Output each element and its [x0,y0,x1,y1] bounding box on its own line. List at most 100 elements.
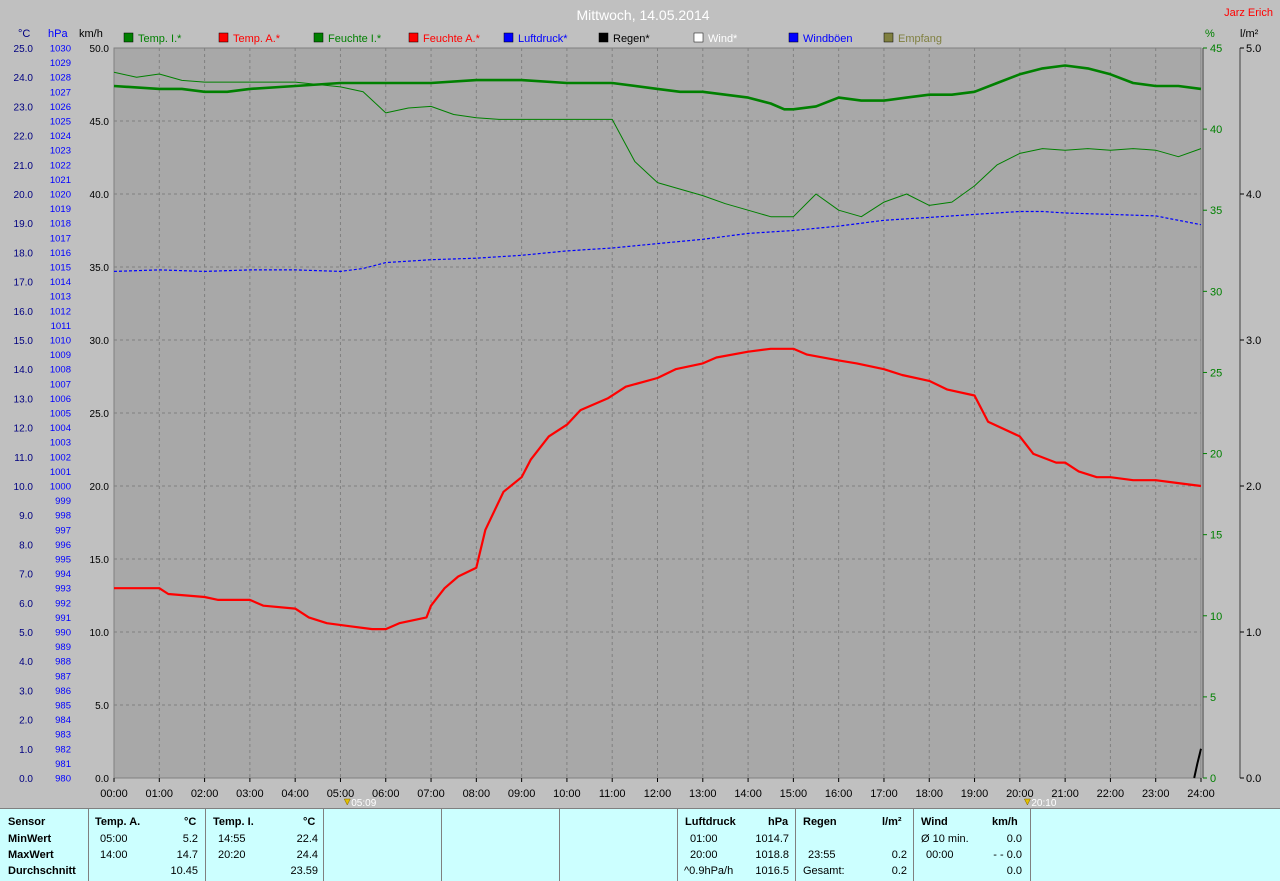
pressure-tick-label: 1023 [50,146,71,157]
pressure-unit: hPa [768,816,789,828]
legend-label: Luftdruck* [518,33,568,45]
rain-value: 0.2 [891,849,907,861]
humidity-tick-label: 20 [1210,449,1222,461]
temp-in-min: 22.4 [296,833,318,845]
legend-label: Wind* [708,33,738,45]
legend-label: Temp. I.* [138,33,182,45]
temp-tick-label: 17.0 [14,278,34,289]
temp-tick-label: 2.0 [19,716,33,727]
pressure-tick-label: 993 [55,584,71,595]
legend-swatch [218,32,229,43]
pressure-tick-label: 989 [55,642,71,653]
pressure-tick-label: 1026 [50,102,71,113]
legend-swatch [883,32,894,43]
sensor-header: Sensor [8,816,46,828]
pressure-tick-label: 1021 [50,175,71,186]
speed-tick-label: 10.0 [90,628,110,639]
pressure-tick-label: 1013 [50,292,71,303]
pressure-avg: 1016.5 [755,865,789,877]
temp-tick-label: 0.0 [19,774,33,785]
rain-unit: l/m² [1240,28,1259,40]
weather-chart: Mittwoch, 14.05.2014 Jarz Erich °C hPa k… [0,0,1280,808]
pressure-tick-label: 1025 [50,117,71,128]
legend-swatch [503,32,514,43]
pressure-tick-label: 998 [55,511,71,522]
temp-tick-label: 8.0 [19,540,33,551]
speed-tick-label: 15.0 [90,555,110,566]
wind-avg: 0.0 [1006,833,1022,845]
legend-swatch [123,32,134,43]
pressure-tick-label: 980 [55,774,71,785]
avg-row-label: Durchschnitt [8,865,76,877]
speed-tick-label: 35.0 [90,263,110,274]
speed-tick-label: 20.0 [90,482,110,493]
x-tick-label: 05:00 [327,788,355,800]
humidity-tick-label: 10 [1210,611,1222,623]
x-tick-label: 12:00 [644,788,672,800]
pressure-tick-label: 987 [55,671,71,682]
statistics-table: Sensor MinWert MaxWert Durchschnitt Temp… [0,808,1280,881]
pressure-tick-label: 997 [55,525,71,536]
pressure-tick-label: 1028 [50,73,71,84]
pressure-tick-label: 1006 [50,394,71,405]
temp-out-min: 5.2 [182,833,198,845]
x-tick-label: 11:00 [599,788,626,800]
x-tick-label: 17:00 [870,788,898,800]
humidity-unit: % [1205,28,1215,40]
pressure-tick-label: 1002 [50,452,71,463]
pressure-tick-label: 991 [55,613,71,624]
pressure-tick-label: 1003 [50,438,71,449]
temp-tick-label: 9.0 [19,511,33,522]
wind-time: 00:00 [926,849,954,861]
pressure-tick-label: 1022 [50,160,71,171]
wind-header: Wind [921,816,948,828]
rain-tick-label: 3.0 [1246,335,1261,347]
pressure-tick-label: 1020 [50,190,71,201]
rain-tick-label: 0.0 [1246,773,1261,785]
temp-tick-label: 10.0 [14,482,34,493]
temp-tick-label: 24.0 [14,73,34,84]
min-row-label: MinWert [8,833,52,845]
pressure-tick-label: 996 [55,540,71,551]
speed-tick-label: 5.0 [95,701,109,712]
temp-out-header: Temp. A. [95,816,141,828]
x-tick-label: 08:00 [463,788,491,800]
legend-swatch [788,32,799,43]
rain-header: Regen [803,816,837,828]
temp-in-max: 24.4 [296,849,318,861]
x-tick-label: 10:00 [553,788,581,800]
temp-tick-label: 7.0 [19,570,33,581]
humidity-tick-label: 30 [1210,286,1222,298]
speed-unit: km/h [79,28,103,40]
pressure-tick-label: 1017 [50,233,71,244]
pressure-unit: hPa [48,28,68,40]
rain-total-label: Gesamt: [803,865,845,877]
x-tick-label: 16:00 [825,788,853,800]
temp-in-max-time: 20:20 [218,849,246,861]
temp-tick-label: 3.0 [19,686,33,697]
pressure-tick-label: 1029 [50,58,71,69]
legend-label: Feuchte A.* [423,33,481,45]
marker-label: 05:09 [351,798,376,808]
legend-label: Regen* [613,33,650,45]
pressure-max: 1018.8 [755,849,789,861]
x-tick-label: 18:00 [915,788,943,800]
rain-tick-label: 1.0 [1246,627,1261,639]
wind-avg-label: Ø 10 min. [921,833,969,845]
legend-swatch [313,32,324,43]
pressure-header: Luftdruck [685,816,736,828]
chart-title: Mittwoch, 14.05.2014 [576,7,709,23]
pressure-tick-label: 1014 [50,277,71,288]
temp-tick-label: 13.0 [14,394,34,405]
temp-in-header: Temp. I. [213,816,254,828]
legend-label: Empfang [898,33,942,45]
x-tick-label: 22:00 [1097,788,1125,800]
temp-tick-label: 14.0 [14,365,34,376]
marker-label: 20:10 [1031,798,1056,808]
pressure-tick-label: 1027 [50,87,71,98]
x-tick-label: 23:00 [1142,788,1170,800]
legend-label: Windböen [803,33,853,45]
temp-tick-label: 20.0 [14,190,34,201]
x-tick-label: 19:00 [961,788,989,800]
temp-out-min-time: 05:00 [100,833,128,845]
